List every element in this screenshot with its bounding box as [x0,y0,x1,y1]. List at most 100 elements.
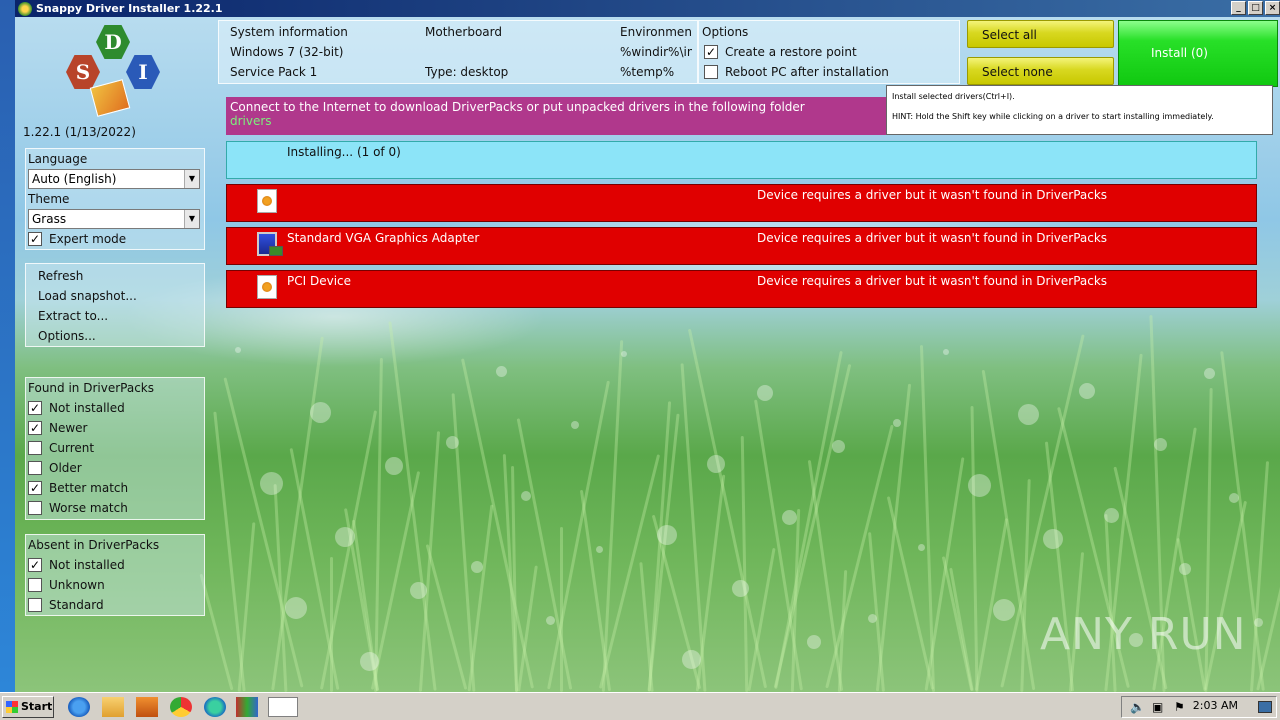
chrome-icon[interactable] [170,697,192,717]
reboot-checkbox[interactable]: Reboot PC after installation [702,62,889,82]
windows-flag-icon [6,701,18,713]
found-filter-label: Not installed [49,401,125,415]
driver-name: Standard VGA Graphics Adapter [287,231,480,245]
motherboard-heading: Motherboard [425,25,502,39]
file-explorer-icon[interactable] [102,697,124,717]
message-text: Connect to the Internet to download Driv… [230,100,805,114]
options-action[interactable]: Options... [26,326,204,346]
service-pack: Service Pack 1 [230,65,318,79]
found-filter-checkbox[interactable]: ✓ Newer [26,418,204,438]
tooltip-line-2: HINT: Hold the Shift key while clicking … [892,112,1214,121]
absent-filter-checkbox[interactable]: Unknown [26,575,204,595]
load-snapshot-action[interactable]: Load snapshot... [26,286,204,306]
found-filter-checkbox[interactable]: ✓ Better match [26,478,204,498]
checkbox-box[interactable]: ✓ [28,558,42,572]
checkbox-box[interactable]: ✓ [28,421,42,435]
checkbox-box[interactable] [704,65,718,79]
desktop-background [0,0,15,692]
sysinfo-heading: System information [230,25,348,39]
absent-filter-checkbox[interactable]: ✓ Not installed [26,555,204,575]
expert-mode-checkbox[interactable]: ✓ Expert mode [26,229,204,249]
found-filter-label: Better match [49,481,129,495]
language-label: Language [28,152,88,166]
driver-status: Device requires a driver but it wasn't f… [757,188,1108,202]
found-filter-checkbox[interactable]: Worse match [26,498,204,518]
extract-to-action[interactable]: Extract to... [26,306,204,326]
start-button[interactable]: Start [2,696,54,718]
driver-status: Device requires a driver but it wasn't f… [757,231,1108,245]
main-window: D S I 1.22.1 (1/13/2022) Language Auto (… [15,17,1280,692]
clock[interactable]: 2:03 AM [1193,699,1238,712]
checkbox-box[interactable] [28,441,42,455]
start-label: Start [21,700,53,713]
chevron-down-icon: ▼ [184,210,199,228]
close-button[interactable]: × [1265,1,1280,15]
absent-filter-label: Unknown [49,578,105,592]
unknown-device-icon [257,275,277,299]
expert-mode-label: Expert mode [49,232,127,246]
found-filter-checkbox[interactable]: ✓ Not installed [26,398,204,418]
theme-select[interactable]: Grass ▼ [28,209,200,229]
action-center-flag-icon[interactable]: ⚑ [1174,700,1185,714]
environment-heading: Environment [620,25,692,39]
options-title: Options [702,25,749,39]
speaker-icon[interactable]: 🔈 [1130,700,1145,714]
minimize-button[interactable]: _ [1231,1,1246,15]
checkbox-box[interactable] [28,461,42,475]
restore-point-checkbox[interactable]: ✓ Create a restore point [702,42,857,62]
driver-status: Device requires a driver but it wasn't f… [757,274,1108,288]
checkbox-box[interactable] [28,578,42,592]
window-title: Snappy Driver Installer 1.22.1 [36,2,223,15]
title-bar: Snappy Driver Installer 1.22.1 _ □ × [15,0,1280,17]
network-icon[interactable]: ▣ [1152,700,1163,714]
windir-path: %windir%\inf [620,45,692,59]
window-controls: _ □ × [1231,1,1280,15]
maximize-button[interactable]: □ [1248,1,1263,15]
settings-panel: Language Auto (English) ▼ Theme Grass ▼ … [25,148,205,250]
absent-filter-label: Standard [49,598,104,612]
chevron-down-icon: ▼ [184,170,199,188]
winrar-icon[interactable] [236,697,258,717]
driver-row[interactable]: Standard VGA Graphics Adapter Device requ… [226,227,1257,265]
found-filter-label: Older [49,461,82,475]
checkbox-box[interactable] [28,501,42,515]
found-filter-checkbox[interactable]: Older [26,458,204,478]
checkbox-box[interactable]: ✓ [28,232,42,246]
select-none-button[interactable]: Select none [967,57,1114,85]
edge-icon[interactable] [204,697,226,717]
app-icon [18,1,32,16]
checkbox-box[interactable]: ✓ [704,45,718,59]
language-select[interactable]: Auto (English) ▼ [28,169,200,189]
sdi-taskbar-icon[interactable] [268,697,298,717]
checkbox-box[interactable]: ✓ [28,401,42,415]
options-panel: Options ✓ Create a restore point Reboot … [698,20,960,84]
driver-row[interactable]: Device requires a driver but it wasn't f… [226,184,1257,222]
reboot-label: Reboot PC after installation [725,65,889,79]
unknown-device-icon [257,189,277,213]
select-all-button[interactable]: Select all [967,20,1114,48]
monitor-icon [257,232,283,256]
theme-label: Theme [28,192,70,206]
install-button[interactable]: Install (0) [1118,20,1278,87]
refresh-action[interactable]: Refresh [26,266,204,286]
os-version: Windows 7 (32-bit) [230,45,344,59]
media-player-icon[interactable] [136,697,158,717]
found-filter-label: Current [49,441,95,455]
system-tray: 🔈 ▣ ⚑ 2:03 AM [1121,696,1277,718]
language-value: Auto (English) [32,172,117,186]
driver-row[interactable]: PCI Device Device requires a driver but i… [226,270,1257,308]
checkbox-box[interactable]: ✓ [28,481,42,495]
absent-filters-panel: Absent in DriverPacks ✓ Not installed Unkn… [25,534,205,616]
restore-point-label: Create a restore point [725,45,857,59]
tooltip-line-1: Install selected drivers(Ctrl+I). [892,92,1015,101]
absent-filter-checkbox[interactable]: Standard [26,595,204,615]
show-desktop-icon[interactable] [1258,701,1272,713]
internet-explorer-icon[interactable] [68,697,90,717]
actions-panel: Refresh Load snapshot... Extract to... O… [25,263,205,347]
found-filter-checkbox[interactable]: Current [26,438,204,458]
install-tooltip: Install selected drivers(Ctrl+I). HINT: … [886,85,1273,135]
taskbar: Start 🔈 ▣ ⚑ 2:03 AM [0,692,1280,720]
temp-path: %temp% [620,65,675,79]
sdi-logo: D S I [63,25,163,125]
checkbox-box[interactable] [28,598,42,612]
